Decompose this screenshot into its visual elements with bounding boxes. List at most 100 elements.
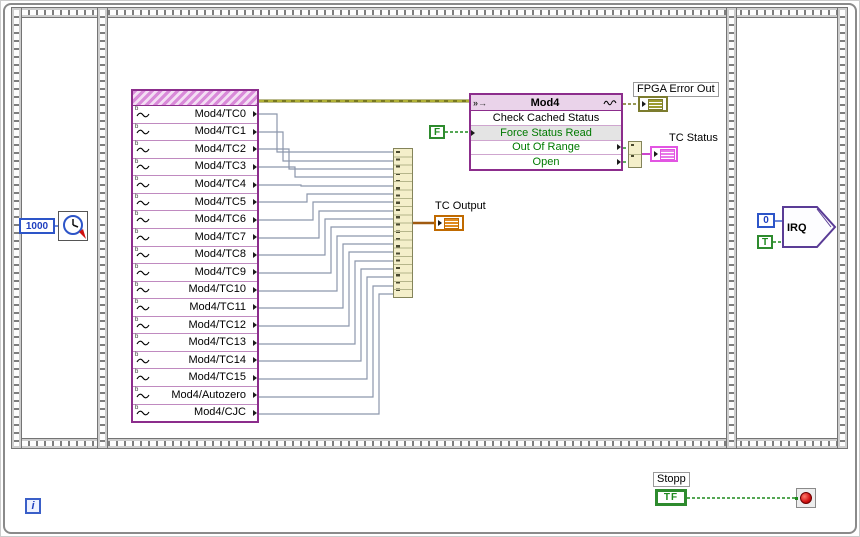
output-terminal-icon xyxy=(253,111,257,118)
fpga-error-out-label[interactable]: FPGA Error Out xyxy=(633,82,719,97)
io-channel-row[interactable]: Mod4/TC12 xyxy=(133,315,257,334)
method-output-open[interactable]: Open xyxy=(471,154,621,169)
io-channel-label: Mod4/TC2 xyxy=(194,142,246,155)
fpga-error-out-indicator[interactable] xyxy=(638,96,668,112)
io-channel-row[interactable]: Mod4/TC11 xyxy=(133,298,257,316)
io-channel-label: Mod4/TC4 xyxy=(194,178,246,191)
io-channel-row[interactable]: Mod4/TC8 xyxy=(133,245,257,264)
sequence-frame-divider-1[interactable] xyxy=(97,7,108,449)
waveform-icon xyxy=(136,411,150,416)
tc-output-indicator[interactable] xyxy=(434,215,464,231)
output-terminal-icon xyxy=(253,269,257,276)
io-channel-row[interactable]: Mod4/TC1 xyxy=(133,122,257,141)
io-channel-row[interactable]: Mod4/TC0 xyxy=(133,106,257,123)
io-channel-label: Mod4/TC0 xyxy=(194,107,246,120)
loop-condition-stop-button[interactable] xyxy=(795,488,816,508)
waveform-icon xyxy=(136,165,150,170)
refnum-in-icon: »→ xyxy=(473,97,488,108)
io-channel-label: Mod4/TC9 xyxy=(194,265,246,278)
sequence-frame-divider-2[interactable] xyxy=(726,7,737,449)
output-terminal-icon xyxy=(253,128,257,135)
io-channel-row[interactable]: Mod4/CJC xyxy=(133,403,257,422)
waveform-icon xyxy=(136,252,150,258)
waveform-icon xyxy=(136,358,150,363)
method-node-header: »→ Mod4 xyxy=(471,95,621,111)
output-terminal-icon xyxy=(253,339,257,346)
io-channel-row[interactable]: Mod4/TC10 xyxy=(133,280,257,299)
io-channel-label: Mod4/TC8 xyxy=(194,248,246,261)
stop-boolean-terminal[interactable]: TF xyxy=(655,489,687,506)
waveform-icon xyxy=(136,375,150,381)
output-terminal-icon xyxy=(253,409,257,416)
output-terminal-icon xyxy=(253,392,257,399)
waveform-icon xyxy=(136,235,150,241)
waveform-icon xyxy=(603,100,617,106)
method-output-out-of-range[interactable]: Out Of Range xyxy=(471,139,621,155)
tc-status-indicator[interactable] xyxy=(650,146,678,162)
io-channel-label: Mod4/Autozero xyxy=(171,388,246,401)
sequence-border-bottom[interactable] xyxy=(11,438,843,449)
io-channel-row[interactable]: Mod4/TC5 xyxy=(133,192,257,211)
method-output-label: Open xyxy=(532,156,560,169)
error-cluster-icon xyxy=(648,98,663,110)
invoke-method-node[interactable]: »→ Mod4 Check Cached Status Force Status… xyxy=(469,93,623,171)
io-channel-label: Mod4/TC15 xyxy=(188,371,246,384)
waveform-icon xyxy=(136,288,150,293)
waveform-icon xyxy=(136,147,150,153)
output-terminal-icon xyxy=(253,181,257,188)
build-array-2-node[interactable] xyxy=(628,141,642,168)
io-channel-row[interactable]: Mod4/Autozero xyxy=(133,386,257,404)
io-channel-label: Mod4/TC10 xyxy=(188,283,246,296)
output-terminal-icon xyxy=(253,199,257,206)
io-channel-row[interactable]: Mod4/TC4 xyxy=(133,175,257,193)
io-channel-label: Mod4/TC3 xyxy=(194,160,246,173)
io-channel-row[interactable]: Mod4/TC13 xyxy=(133,333,257,351)
waveform-icon xyxy=(136,130,150,135)
method-input-force-status-read[interactable]: Force Status Read xyxy=(471,124,621,140)
loop-timer-constant[interactable]: 1000 xyxy=(19,218,55,234)
io-channel-label: Mod4/TC1 xyxy=(194,125,246,138)
input-terminal-icon xyxy=(471,129,475,136)
waveform-icon xyxy=(136,305,150,311)
output-terminal-icon xyxy=(253,374,257,381)
labview-block-diagram: 1000 Mod4/TC0 Mod4/TC1 Mod4/TC2 Mod4/TC3… xyxy=(0,0,860,537)
output-terminal-icon xyxy=(253,286,257,293)
output-terminal-icon xyxy=(253,251,257,258)
irq-number-constant[interactable]: 0 xyxy=(757,213,775,228)
method-name-row[interactable]: Check Cached Status xyxy=(471,111,621,125)
irq-enable-constant[interactable]: T xyxy=(757,235,773,249)
fpga-io-node[interactable]: Mod4/TC0 Mod4/TC1 Mod4/TC2 Mod4/TC3 Mod4… xyxy=(131,89,259,423)
loop-iteration-terminal[interactable]: i xyxy=(25,498,41,514)
io-channel-label: Mod4/TC11 xyxy=(189,300,246,313)
output-terminal-icon xyxy=(253,322,257,329)
loop-timer-icon[interactable] xyxy=(58,211,88,241)
output-terminal-icon xyxy=(253,216,257,223)
clock-icon xyxy=(63,215,86,239)
output-terminal-icon xyxy=(253,304,257,311)
io-channel-row[interactable]: Mod4/TC3 xyxy=(133,157,257,176)
io-channel-row[interactable]: Mod4/TC15 xyxy=(133,368,257,386)
tc-output-label: TC Output xyxy=(435,200,486,212)
io-channel-row[interactable]: Mod4/TC14 xyxy=(133,350,257,369)
io-channel-row[interactable]: Mod4/TC6 xyxy=(133,210,257,228)
io-channel-row[interactable]: Mod4/TC9 xyxy=(133,263,257,281)
method-output-label: Out Of Range xyxy=(512,141,580,154)
io-channel-row[interactable]: Mod4/TC2 xyxy=(133,140,257,158)
status-data-icon xyxy=(660,148,675,160)
io-channel-label: Mod4/TC14 xyxy=(188,353,246,366)
stop-label[interactable]: Stopp xyxy=(653,472,690,487)
io-channel-label: Mod4/TC12 xyxy=(188,318,246,331)
irq-node-label: IRQ xyxy=(787,222,807,234)
method-class-name: Mod4 xyxy=(530,96,560,109)
output-terminal-icon xyxy=(617,159,621,166)
io-channel-label: Mod4/TC13 xyxy=(188,336,246,349)
io-channel-row[interactable]: Mod4/TC7 xyxy=(133,227,257,246)
wait-on-irq-node[interactable]: IRQ xyxy=(779,203,839,251)
indicator-arrow-icon xyxy=(642,101,646,107)
sequence-border-top[interactable] xyxy=(11,7,843,18)
io-channel-label: Mod4/CJC xyxy=(194,406,246,419)
false-boolean-constant[interactable]: F xyxy=(429,125,445,139)
build-array-node[interactable] xyxy=(393,148,413,298)
io-channel-label: Mod4/TC6 xyxy=(194,213,246,226)
io-node-header xyxy=(133,91,257,106)
